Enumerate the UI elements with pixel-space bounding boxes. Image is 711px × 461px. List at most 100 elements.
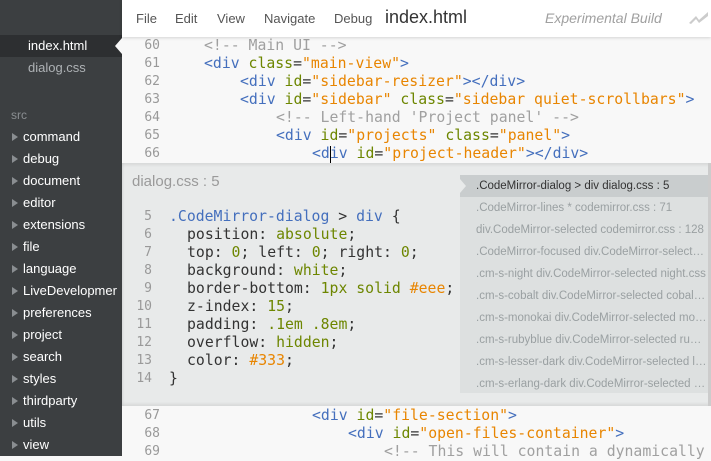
folder-label: LiveDevelopmer xyxy=(23,283,117,298)
code-line: <!-- Left-hand 'Project panel' --> xyxy=(276,109,579,127)
folder-label: preferences xyxy=(23,305,92,320)
code-token: id xyxy=(356,407,375,424)
code-line: <div id="sidebar" class="sidebar quiet-s… xyxy=(240,91,694,109)
code-token: <div xyxy=(240,91,285,108)
code-token: background: xyxy=(187,262,294,279)
folder-view[interactable]: view xyxy=(0,434,122,456)
code-token: = xyxy=(374,407,384,424)
related-rule-item[interactable]: .cm-s-cobalt div.CodeMirror-selected cob… xyxy=(460,285,711,307)
folder-project[interactable]: project xyxy=(0,324,122,346)
code-token: > xyxy=(685,91,695,108)
line-number: 61 xyxy=(144,56,160,71)
folder-livedevelopmer[interactable]: LiveDevelopmer xyxy=(0,280,122,302)
code-token: absolute xyxy=(276,226,348,243)
related-rule-item[interactable]: .cm-s-erlang-dark div.CodeMirror-selecte… xyxy=(460,373,711,395)
code-token: <div xyxy=(204,55,249,72)
menu-file[interactable]: File xyxy=(136,11,157,26)
code-token: 15 xyxy=(267,298,286,315)
related-rule-item[interactable]: .cm-s-rubyblue div.CodeMirror-selected r… xyxy=(460,329,711,351)
folder-label: utils xyxy=(23,415,47,430)
related-rule-item[interactable]: .CodeMirror-focused div.CodeMirror-selec… xyxy=(460,241,711,263)
code-token: "project-header" xyxy=(383,145,526,162)
code-token: "main-view" xyxy=(302,55,401,72)
menu-debug[interactable]: Debug xyxy=(334,11,372,26)
text-cursor xyxy=(330,146,331,163)
folder-command[interactable]: command xyxy=(0,126,122,148)
code-line: top: 0; left: 0; right: 0; xyxy=(187,244,419,262)
line-number: 65 xyxy=(144,128,160,143)
chevron-right-icon xyxy=(12,155,18,163)
related-rule-item[interactable]: .cm-s-night div.CodeMirror-selected nigh… xyxy=(460,263,711,285)
live-preview-icon[interactable] xyxy=(688,10,710,26)
related-rule-item[interactable]: .cm-s-lesser-dark div.CodeMirror-selecte… xyxy=(460,351,711,373)
folder-label: thirdparty xyxy=(23,393,78,408)
code-token: #333 xyxy=(249,352,285,369)
folder-styles[interactable]: styles xyxy=(0,368,122,390)
code-token: id xyxy=(392,425,411,442)
folder-thirdparty[interactable]: thirdparty xyxy=(0,390,122,412)
inline-editor[interactable]: dialog.css : 5 5 .CodeMirror-dialog > div… xyxy=(122,163,711,406)
code-token: class xyxy=(400,91,445,108)
code-token: ; xyxy=(329,334,339,351)
chevron-right-icon xyxy=(12,243,18,251)
folder-utils[interactable]: utils xyxy=(0,412,122,434)
related-rule-item[interactable]: .cm-s-monokai div.CodeMirror-selected mo… xyxy=(460,307,711,329)
folder-document[interactable]: document xyxy=(0,170,122,192)
related-rule-item[interactable]: div.CodeMirror-selected codemirror.css :… xyxy=(460,219,711,241)
project-title[interactable]: src xyxy=(11,108,27,122)
folder-editor[interactable]: editor xyxy=(0,192,122,214)
code-token: ; xyxy=(445,280,455,297)
code-token: > xyxy=(508,407,517,424)
code-token: > xyxy=(329,208,357,225)
chevron-right-icon xyxy=(12,199,18,207)
code-token: <div xyxy=(312,145,357,162)
line-number: 14 xyxy=(136,371,152,386)
code-token: z-index: xyxy=(187,298,268,315)
chevron-right-icon xyxy=(12,177,18,185)
working-file-index-html[interactable]: index.html xyxy=(0,35,122,57)
code-token: 0 xyxy=(400,244,410,261)
folder-label: document xyxy=(23,173,81,188)
code-token: ; xyxy=(338,262,348,279)
code-token: "panel" xyxy=(498,127,562,144)
sidebar-top xyxy=(0,0,122,37)
folder-extensions[interactable]: extensions xyxy=(0,214,122,236)
code-line: .CodeMirror-dialog > div { xyxy=(169,208,401,226)
folder-preferences[interactable]: preferences xyxy=(0,302,122,324)
chevron-right-icon xyxy=(12,265,18,273)
menu-view[interactable]: View xyxy=(217,11,245,26)
related-rule-item[interactable]: .CodeMirror-lines * codemirror.css : 71 xyxy=(460,197,711,219)
code-token: > xyxy=(615,425,625,442)
folder-file[interactable]: file xyxy=(0,236,122,258)
code-token: .1em .8em xyxy=(267,316,348,333)
line-number: 12 xyxy=(136,335,152,350)
menu-edit[interactable]: Edit xyxy=(175,11,197,26)
folder-label: view xyxy=(23,437,50,452)
folder-search[interactable]: search xyxy=(0,346,122,368)
code-token: <!-- Left-hand 'Project panel' --> xyxy=(276,109,579,126)
code-token: id xyxy=(320,127,339,144)
chevron-right-icon xyxy=(12,287,18,295)
menu-navigate[interactable]: Navigate xyxy=(264,11,315,26)
folder-language[interactable]: language xyxy=(0,258,122,280)
related-rule-item[interactable]: .CodeMirror-dialog > div dialog.css : 5 xyxy=(460,175,711,197)
working-file-dialog-css[interactable]: dialog.css xyxy=(0,57,122,79)
code-line: <div id="open-files-container"> xyxy=(348,425,624,443)
code-token: ; xyxy=(285,298,294,315)
code-line: <div class="main-view"> xyxy=(204,55,409,73)
line-number: 5 xyxy=(144,209,152,224)
code-token: .CodeMirror-dialog xyxy=(169,208,330,225)
code-token: "file-section" xyxy=(383,407,509,424)
code-token: <!-- This will contain a dynamically xyxy=(384,443,705,460)
code-token: = xyxy=(444,91,454,108)
code-token: overflow: xyxy=(187,334,277,351)
inline-editor-header[interactable]: dialog.css : 5 xyxy=(132,173,220,190)
folder-debug[interactable]: debug xyxy=(0,148,122,170)
folder-label: language xyxy=(23,261,77,276)
code-token: class xyxy=(248,55,294,72)
code-line: background: white; xyxy=(187,262,347,280)
code-token: = xyxy=(293,55,303,72)
line-number: 10 xyxy=(136,299,152,314)
code-line: <!-- Main UI --> xyxy=(204,37,347,55)
